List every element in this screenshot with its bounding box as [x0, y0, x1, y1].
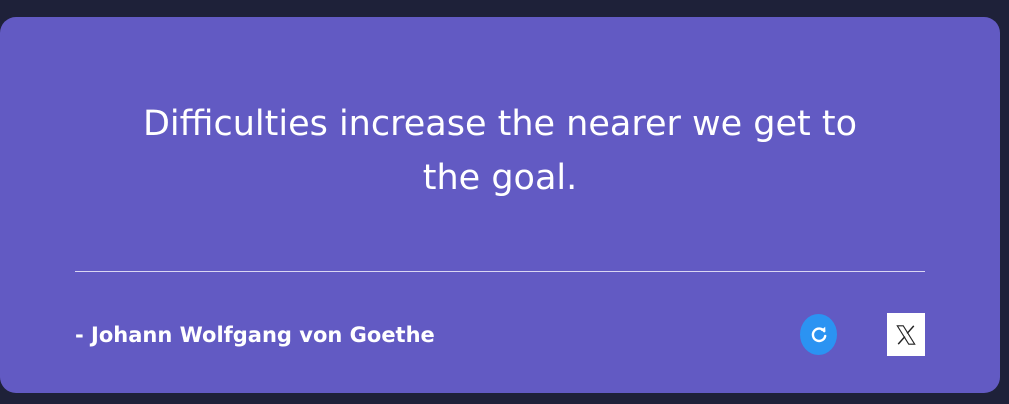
- share-on-x-button[interactable]: [887, 313, 925, 356]
- quote-text: Difficulties increase the nearer we get …: [142, 104, 858, 198]
- new-quote-button[interactable]: [800, 314, 837, 355]
- divider: [75, 271, 925, 272]
- x-logo-icon: [896, 324, 916, 345]
- quote-card: Difficulties increase the nearer we get …: [0, 17, 1000, 393]
- refresh-icon: [811, 326, 826, 342]
- quote-author: - Johann Wolfgang von Goethe: [75, 323, 435, 347]
